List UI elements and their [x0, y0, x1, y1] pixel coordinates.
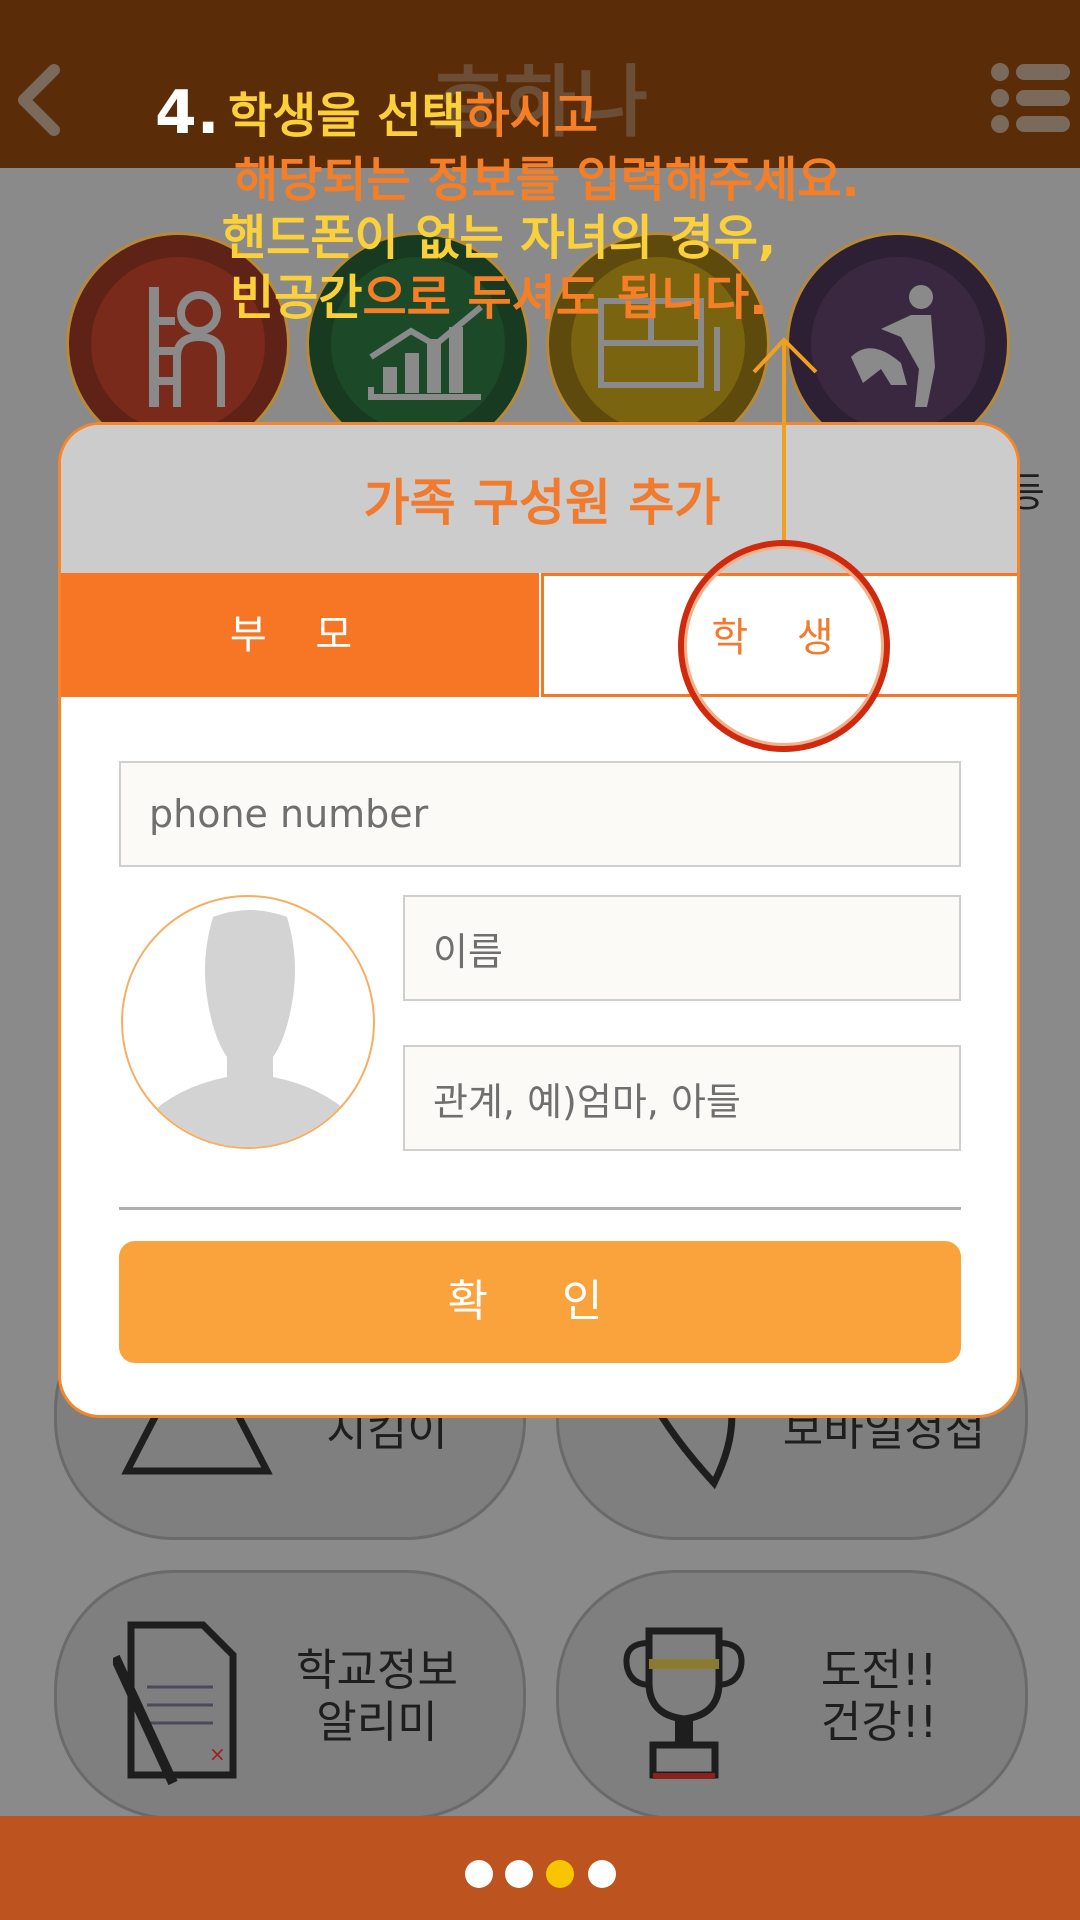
confirm-button[interactable]: 확 인 — [119, 1241, 961, 1363]
tile-challenge-health[interactable]: 도전!! 건강!! — [556, 1570, 1028, 1820]
name-input[interactable]: 이름 — [403, 895, 961, 1001]
pager-dot[interactable] — [465, 1860, 493, 1888]
tutorial-step-number: 4. — [155, 78, 220, 148]
tutorial-line-4-highlight: 빈공간 — [230, 270, 363, 326]
pointer-arrow-icon — [752, 337, 818, 544]
tile-school-info[interactable]: × 학교정보 알리미 — [54, 1570, 526, 1820]
person-silhouette-icon — [147, 910, 353, 1147]
trophy-icon — [623, 1627, 745, 1779]
tab-parent[interactable]: 부 모 — [61, 573, 539, 697]
tutorial-line-4-rest: 으로 두셔도 됩니다. — [362, 270, 768, 326]
tile-label: 학교정보 알리미 — [296, 1645, 458, 1748]
document-pen-icon: × — [113, 1621, 237, 1786]
add-family-member-dialog: 가족 구성원 추가 부 모 학 생 phone number 이름 관계, 예)… — [58, 422, 1020, 1418]
tutorial-line-1-highlight: 학생을 선택 — [228, 88, 466, 144]
phone-number-input[interactable]: phone number — [119, 761, 961, 867]
dialog-title: 가족 구성원 추가 — [363, 474, 721, 532]
highlight-circle — [678, 540, 890, 752]
svg-text:×: × — [209, 1742, 226, 1766]
menu-list-icon[interactable] — [990, 62, 1070, 134]
avatar-placeholder[interactable] — [121, 895, 375, 1149]
tile-label: 도전!! 건강!! — [820, 1645, 938, 1748]
divider — [119, 1207, 961, 1210]
pager-dot[interactable] — [505, 1860, 533, 1888]
tutorial-line-2: 해당되는 정보를 입력해주세요. — [234, 152, 860, 208]
relation-input[interactable]: 관계, 예)엄마, 아들 — [403, 1045, 961, 1151]
tutorial-line-3: 핸드폰이 없는 자녀의 경우, — [222, 210, 777, 266]
tutorial-line-1-rest: 하시고 — [465, 88, 598, 144]
footer-bar — [0, 1816, 1080, 1920]
tutorial-line-4: 빈공간으로 두셔도 됩니다. — [230, 268, 767, 328]
tutorial-line-1: 학생을 선택하시고 — [228, 86, 598, 146]
exercise-icon — [851, 285, 935, 407]
pager-dot-active[interactable] — [546, 1860, 574, 1888]
pager-dot[interactable] — [588, 1860, 616, 1888]
